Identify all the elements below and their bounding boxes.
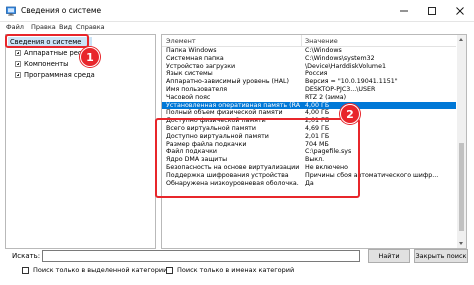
table-row[interactable]: Системная папка C:\Windows\system32 — [162, 55, 456, 63]
title-bar: Сведения о системе — [0, 0, 474, 22]
option-selected-category[interactable]: Поиск только в выделенной категории — [22, 266, 167, 276]
table-row[interactable]: Устройство загрузки \Device\HarddiskVolum… — [162, 63, 456, 71]
expand-icon[interactable] — [15, 50, 21, 56]
option-category-names[interactable]: Поиск только в именах категорий — [166, 266, 294, 276]
highlight-box-2 — [155, 118, 360, 198]
table-row[interactable]: Часовой пояс RTZ 2 (зима) — [162, 94, 456, 102]
scroll-thumb[interactable] — [459, 143, 464, 231]
system-info-icon — [6, 6, 16, 16]
category-tree[interactable]: Сведения о системе Аппаратные ресурсы Ко… — [5, 34, 156, 249]
table-row[interactable]: Имя пользователя DESKTOP-PJC3...\USER — [162, 86, 456, 94]
row-item: Системная папка — [166, 54, 224, 62]
row-value: Версия = "10.0.19041.1151" — [305, 78, 398, 86]
step-badge-2: 2 — [340, 104, 360, 124]
column-divider[interactable] — [301, 35, 302, 47]
row-item: Устройство загрузки — [166, 62, 236, 70]
window-title: Сведения о системе — [21, 6, 102, 15]
menu-file[interactable]: Файл — [6, 23, 24, 31]
row-value: Россия — [305, 70, 328, 78]
row-item: Аппаратно-зависимый уровень (HAL) — [166, 78, 290, 86]
expand-icon[interactable] — [15, 72, 21, 78]
row-item: Установленная оперативная память (RAM) — [166, 101, 300, 109]
table-row[interactable]: Папка Windows C:\Windows — [162, 47, 456, 55]
row-value: RTZ 2 (зима) — [305, 93, 347, 101]
row-value: \Device\HarddiskVolume1 — [305, 62, 386, 70]
find-button[interactable]: Найти — [368, 249, 410, 263]
menu-bar: Файл Правка Вид Справка — [0, 22, 474, 34]
search-input[interactable] — [42, 250, 360, 262]
tree-item-label: Компоненты — [24, 60, 69, 68]
table-row[interactable]: Установленная оперативная память (RAM) 4,… — [162, 101, 456, 110]
list-header: Элемент Значение — [162, 35, 456, 47]
table-row[interactable]: Аппаратно-зависимый уровень (HAL) Версия … — [162, 78, 456, 86]
row-item: Часовой пояс — [166, 93, 211, 101]
row-value: C:\Windows — [305, 47, 342, 54]
search-label: Искать: — [12, 252, 41, 260]
row-value: C:\Windows\system32 — [305, 54, 375, 62]
checkbox[interactable] — [22, 267, 29, 274]
step-badge-1: 1 — [80, 47, 100, 67]
row-item: Язык системы — [166, 70, 213, 78]
table-row[interactable]: Полный объем физической памяти 4,00 ГБ — [162, 109, 456, 117]
close-search-button[interactable]: Закрыть поиск — [414, 249, 468, 263]
row-value: 4,00 ГБ — [305, 101, 330, 109]
highlight-box-1 — [5, 34, 89, 48]
checkbox-label: Поиск только в именах категорий — [177, 266, 295, 274]
tree-item-software-environment[interactable]: Программная среда — [6, 70, 155, 81]
row-item: Полный объем физической памяти — [166, 109, 283, 117]
table-row[interactable]: Язык системы Россия — [162, 70, 456, 78]
checkbox[interactable] — [166, 267, 173, 274]
expand-icon[interactable] — [15, 61, 21, 67]
close-button[interactable] — [446, 0, 473, 22]
tree-item-label: Программная среда — [24, 71, 95, 79]
checkbox-label: Поиск только в выделенной категории — [33, 266, 168, 274]
row-item: Папка Windows — [166, 47, 217, 54]
scroll-down-icon[interactable] — [459, 242, 463, 245]
menu-help[interactable]: Справка — [76, 23, 105, 31]
minimize-button[interactable] — [390, 0, 417, 22]
row-value: DESKTOP-PJC3...\USER — [305, 85, 376, 93]
vertical-scrollbar[interactable] — [457, 35, 466, 248]
scroll-up-icon[interactable] — [459, 38, 463, 41]
row-value: 4,00 ГБ — [305, 109, 330, 117]
maximize-button[interactable] — [418, 0, 445, 22]
column-header-item[interactable]: Элемент — [166, 37, 196, 45]
column-header-value[interactable]: Значение — [305, 37, 338, 45]
menu-edit[interactable]: Правка — [31, 23, 56, 31]
row-item: Имя пользователя — [166, 85, 228, 93]
menu-view[interactable]: Вид — [59, 23, 72, 31]
